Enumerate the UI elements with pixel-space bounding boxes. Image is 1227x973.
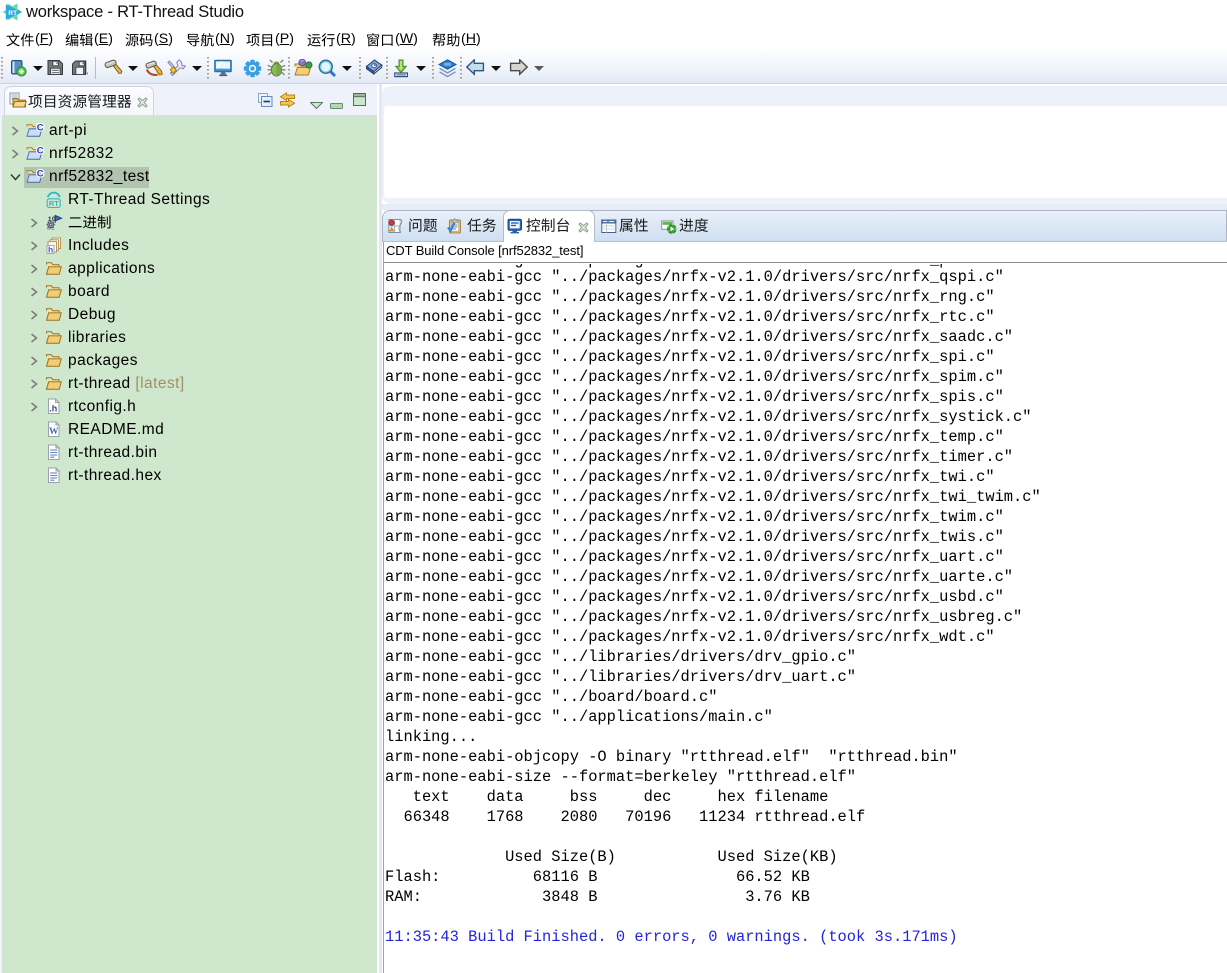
svg-text:C: C	[37, 146, 44, 157]
svg-text:W: W	[49, 427, 59, 437]
svg-text:C: C	[37, 123, 44, 134]
svg-text:.h: .h	[49, 404, 57, 414]
svg-text:C: C	[37, 169, 44, 180]
svg-text:RT: RT	[8, 10, 17, 17]
svg-text:h: h	[48, 244, 53, 254]
svg-text:RT: RT	[49, 199, 59, 208]
